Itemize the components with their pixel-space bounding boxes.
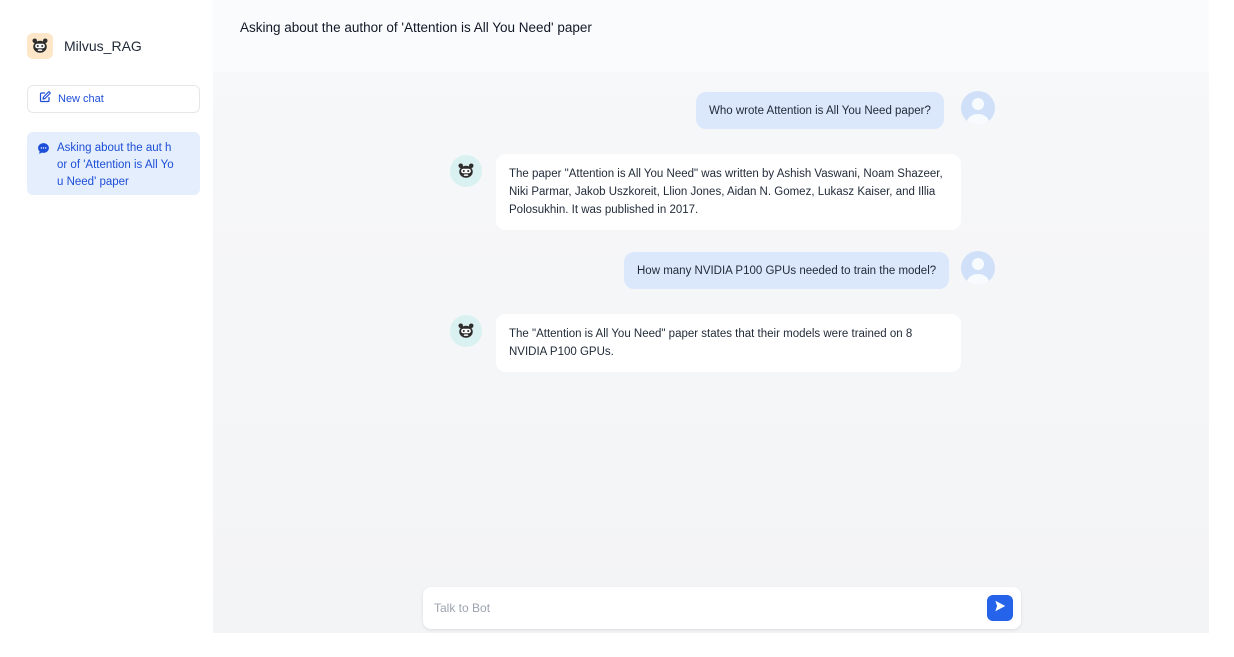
chat-header: Asking about the author of 'Attention is… bbox=[213, 0, 1209, 72]
user-message: Who wrote Attention is All You Need pape… bbox=[696, 92, 944, 129]
bot-logo-icon bbox=[27, 33, 53, 59]
sidebar-conversation-item[interactable]: Asking about the aut hor of 'Attention i… bbox=[27, 132, 200, 195]
send-icon bbox=[993, 599, 1007, 618]
message-input[interactable] bbox=[423, 587, 983, 629]
send-button[interactable] bbox=[987, 595, 1013, 621]
app-name: Milvus_RAG bbox=[64, 38, 142, 54]
sidebar: Milvus_RAG New chat Asking about the aut… bbox=[0, 0, 213, 657]
bot-avatar-icon bbox=[450, 155, 482, 187]
new-chat-label: New chat bbox=[58, 93, 104, 105]
bot-message-text: The paper "Attention is All You Need" wa… bbox=[496, 154, 961, 230]
user-message-text: Who wrote Attention is All You Need pape… bbox=[696, 92, 944, 129]
user-avatar-icon bbox=[961, 251, 995, 285]
user-message: How many NVIDIA P100 GPUs needed to trai… bbox=[624, 252, 950, 289]
conversation-label: Asking about the aut hor of 'Attention i… bbox=[57, 142, 174, 188]
page-title: Asking about the author of 'Attention is… bbox=[240, 19, 592, 35]
brand: Milvus_RAG bbox=[27, 33, 142, 59]
new-chat-button[interactable]: New chat bbox=[27, 85, 200, 113]
bot-message-text: The "Attention is All You Need" paper st… bbox=[496, 314, 961, 372]
bot-avatar-icon bbox=[450, 315, 482, 347]
chat-composer bbox=[423, 587, 1021, 629]
edit-icon bbox=[39, 90, 51, 108]
user-avatar-icon bbox=[961, 91, 995, 125]
user-message-text: How many NVIDIA P100 GPUs needed to trai… bbox=[624, 252, 950, 289]
chat-bubble-icon bbox=[37, 142, 50, 155]
